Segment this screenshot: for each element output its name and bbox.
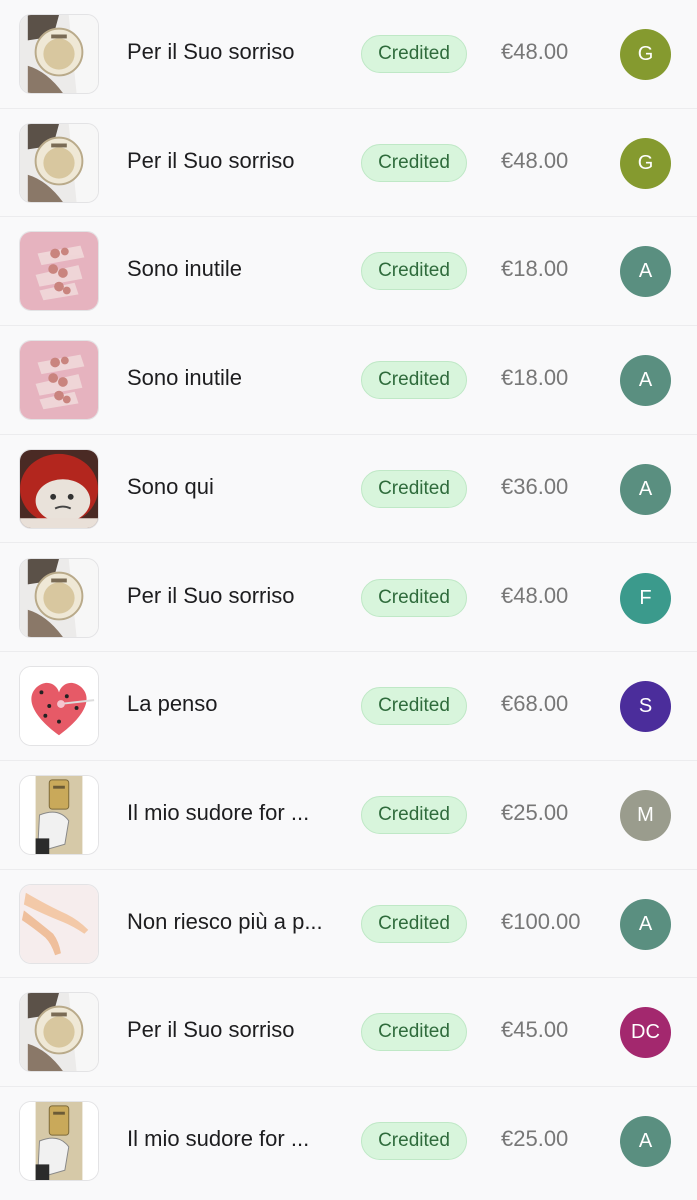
avatar[interactable]: A: [620, 898, 671, 950]
transaction-row[interactable]: Sono inutile Credited €18.00 A: [0, 326, 697, 435]
product-title: Per il Suo sorriso: [127, 1017, 295, 1043]
avatar[interactable]: A: [620, 1116, 671, 1167]
transaction-row[interactable]: Per il Suo sorriso Credited €48.00 G: [0, 109, 697, 218]
amount-label: €36.00: [501, 473, 569, 499]
avatar[interactable]: A: [620, 246, 671, 298]
amount-label: €48.00: [501, 147, 569, 173]
transaction-row[interactable]: Il mio sudore for ... Credited €25.00 M: [0, 761, 697, 870]
avatar[interactable]: S: [620, 681, 671, 733]
product-title: Sono inutile: [127, 365, 242, 391]
transaction-row[interactable]: Il mio sudore for ... Credited €25.00 A: [0, 1087, 697, 1196]
product-thumbnail[interactable]: [19, 992, 99, 1073]
avatar[interactable]: DC: [620, 1007, 671, 1059]
status-badge: Credited: [361, 904, 467, 943]
product-title: Sono inutile: [127, 256, 242, 282]
amount-label: €25.00: [501, 799, 569, 825]
status-badge: Credited: [361, 1013, 467, 1052]
product-title: Non riesco più a p...: [127, 908, 323, 934]
transaction-row[interactable]: Per il Suo sorriso Credited €45.00 DC: [0, 978, 697, 1087]
product-title: La penso: [127, 691, 218, 717]
status-badge: Credited: [361, 1122, 467, 1160]
product-title: Per il Suo sorriso: [127, 39, 295, 64]
product-title: Sono qui: [127, 473, 214, 499]
product-thumbnail[interactable]: [19, 883, 99, 964]
product-thumbnail[interactable]: [19, 557, 99, 638]
product-title: Il mio sudore for ...: [127, 1126, 310, 1151]
avatar[interactable]: G: [620, 137, 671, 189]
product-thumbnail[interactable]: [19, 231, 99, 312]
status-badge: Credited: [361, 687, 467, 726]
status-badge: Credited: [361, 143, 467, 182]
transaction-row[interactable]: Non riesco più a p... Credited €100.00 A: [0, 870, 697, 979]
product-thumbnail[interactable]: [19, 14, 99, 94]
amount-label: €18.00: [501, 256, 569, 282]
transaction-row[interactable]: Sono qui Credited €36.00 A: [0, 435, 697, 544]
transaction-row[interactable]: Per il Suo sorriso Credited €48.00 G: [0, 0, 697, 109]
product-thumbnail[interactable]: [19, 666, 99, 747]
avatar[interactable]: A: [620, 463, 671, 515]
product-thumbnail[interactable]: [19, 340, 99, 421]
status-badge: Credited: [361, 35, 467, 73]
avatar[interactable]: F: [620, 572, 671, 624]
transaction-row[interactable]: Per il Suo sorriso Credited €48.00 F: [0, 544, 697, 653]
avatar[interactable]: G: [620, 29, 671, 80]
avatar[interactable]: A: [620, 355, 671, 407]
status-badge: Credited: [361, 361, 467, 400]
status-badge: Credited: [361, 578, 467, 617]
product-thumbnail[interactable]: [19, 122, 99, 203]
product-thumbnail[interactable]: [19, 1101, 99, 1181]
amount-label: €48.00: [501, 39, 569, 64]
transaction-list: Per il Suo sorriso Credited €48.00 G Per…: [0, 0, 697, 1200]
status-badge: Credited: [361, 252, 467, 291]
amount-label: €100.00: [501, 908, 581, 934]
amount-label: €48.00: [501, 582, 569, 608]
amount-label: €68.00: [501, 691, 569, 717]
amount-label: €25.00: [501, 1126, 569, 1151]
product-title: Per il Suo sorriso: [127, 147, 295, 173]
product-thumbnail[interactable]: [19, 448, 99, 529]
amount-label: €18.00: [501, 365, 569, 391]
transaction-row[interactable]: Sono inutile Credited €18.00 A: [0, 217, 697, 327]
product-title: Il mio sudore for ...: [127, 799, 310, 825]
transaction-row[interactable]: La penso Credited €68.00 S: [0, 652, 697, 761]
avatar[interactable]: M: [620, 789, 671, 841]
amount-label: €45.00: [501, 1017, 569, 1043]
status-badge: Credited: [361, 469, 467, 508]
status-badge: Credited: [361, 795, 467, 834]
product-thumbnail[interactable]: [19, 774, 99, 855]
product-title: Per il Suo sorriso: [127, 582, 295, 608]
